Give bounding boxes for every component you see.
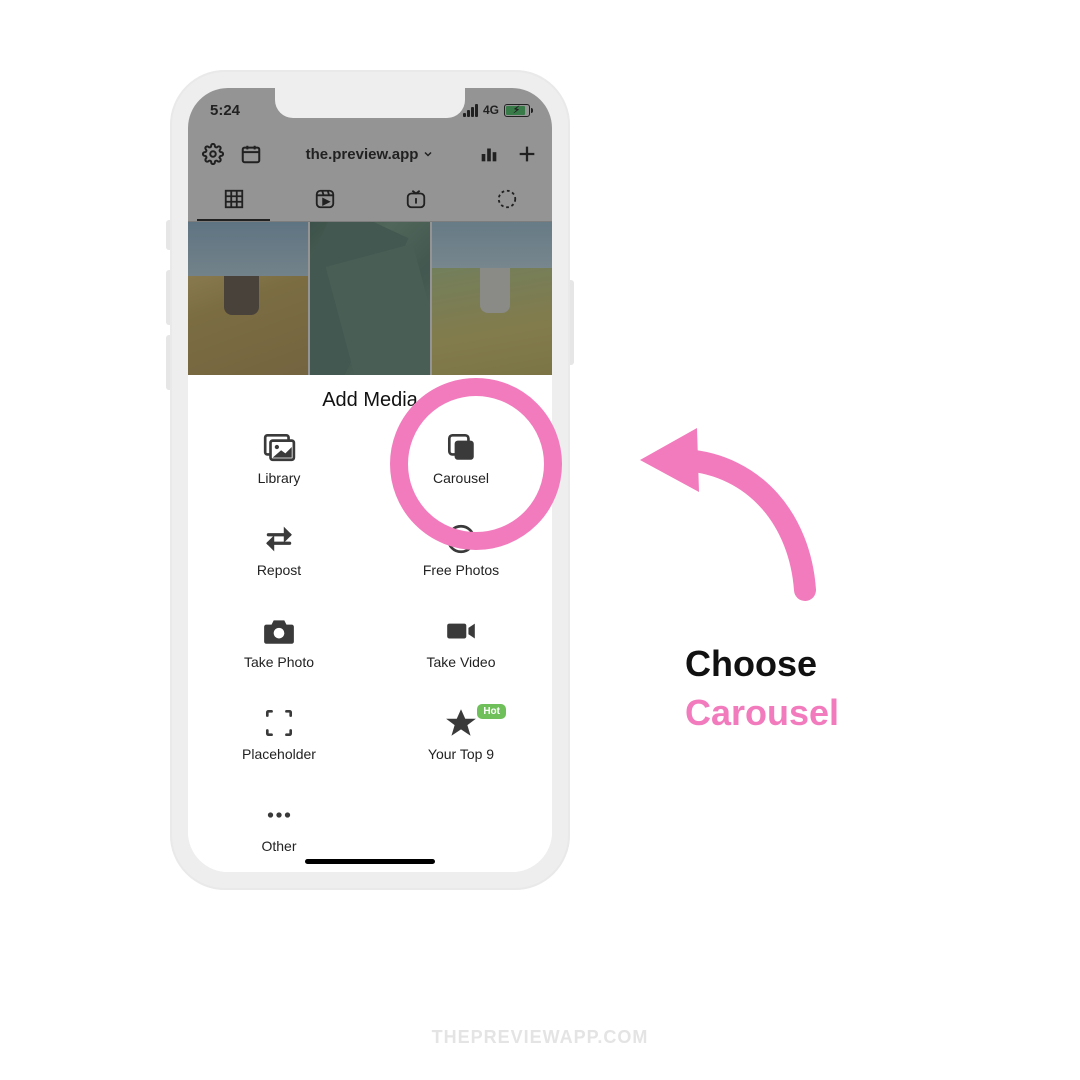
option-label: Repost	[257, 562, 301, 578]
background-dimmed-area: 5:24 4G ⚡︎	[188, 88, 552, 375]
star-icon	[444, 706, 478, 740]
more-icon	[262, 798, 296, 832]
phone-side-button	[166, 270, 170, 325]
phone-notch	[275, 88, 465, 118]
video-icon	[444, 614, 478, 648]
option-library[interactable]: Library	[188, 430, 370, 504]
phone-side-button	[570, 280, 574, 365]
watermark: THEPREVIEWAPP.COM	[0, 1027, 1080, 1048]
option-label: Take Photo	[244, 654, 314, 670]
annotation-line-1: Choose	[685, 640, 839, 689]
option-label: Free Photos	[423, 562, 499, 578]
annotation-arrow	[635, 410, 825, 610]
option-label: Take Video	[426, 654, 495, 670]
repost-icon	[262, 522, 296, 556]
phone-side-button	[166, 220, 170, 250]
hot-badge: Hot	[477, 704, 506, 719]
annotation-line-2: Carousel	[685, 689, 839, 738]
option-take-video[interactable]: Take Video	[370, 614, 552, 688]
annotation-highlight-circle	[390, 378, 562, 550]
option-your-top-9[interactable]: Your Top 9 Hot	[370, 706, 552, 780]
option-placeholder[interactable]: Placeholder	[188, 706, 370, 780]
annotation-text: Choose Carousel	[685, 640, 839, 737]
home-indicator[interactable]	[305, 859, 435, 864]
phone-side-button	[166, 335, 170, 390]
option-label: Your Top 9	[428, 746, 494, 762]
option-repost[interactable]: Repost	[188, 522, 370, 596]
library-icon	[262, 430, 296, 464]
option-take-photo[interactable]: Take Photo	[188, 614, 370, 688]
modal-backdrop[interactable]	[188, 88, 552, 375]
option-label: Placeholder	[242, 746, 316, 762]
camera-icon	[262, 614, 296, 648]
option-label: Library	[258, 470, 301, 486]
option-label: Other	[261, 838, 296, 854]
placeholder-icon	[262, 706, 296, 740]
